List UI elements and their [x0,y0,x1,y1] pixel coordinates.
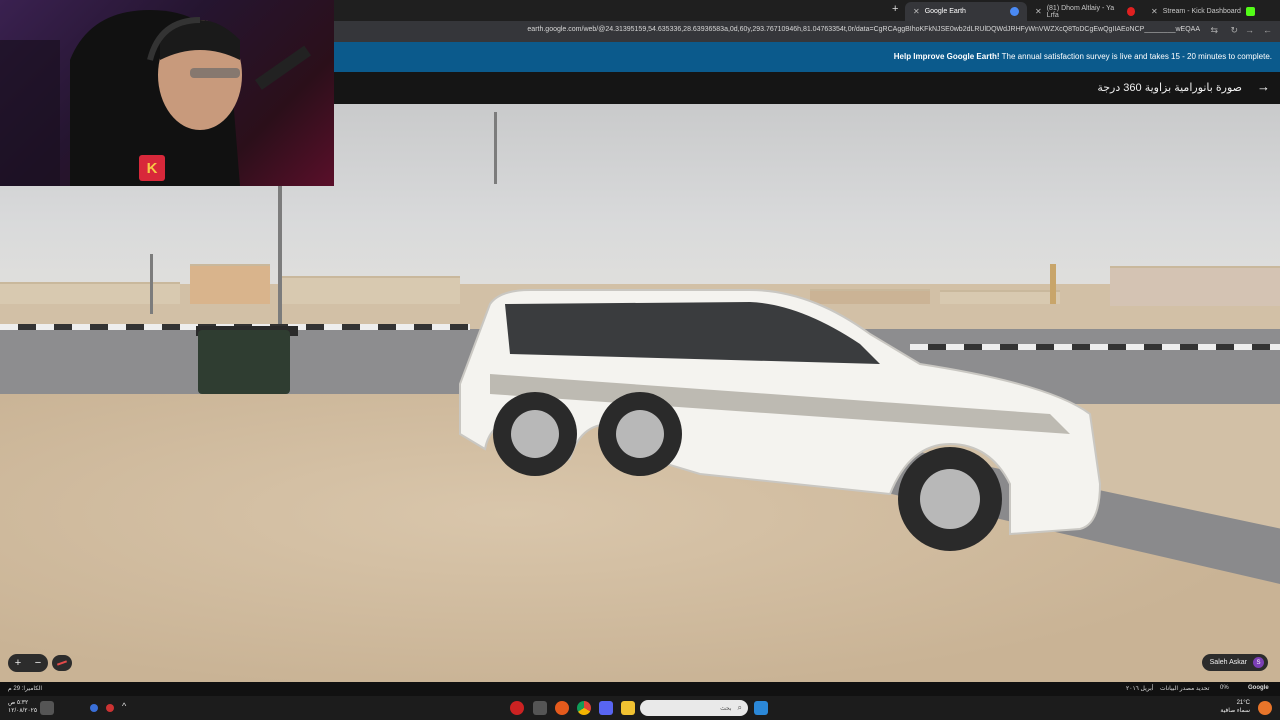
six-wheel-suv [459,289,1102,551]
app-epic-icon[interactable] [533,701,547,715]
microphone-icon[interactable] [90,704,98,712]
forward-icon[interactable]: → [1245,25,1254,35]
webcam-overlay: K [0,0,334,186]
survey-banner-message: The annual satisfaction survey is live a… [1001,52,1272,61]
survey-banner-text: Help Improve Google Earth! The annual sa… [894,52,1272,61]
weather-desc: سماء صافية [1220,708,1250,714]
back-icon[interactable]: ← [1263,25,1272,35]
camera-altitude: الكاميرا: 29 م [8,686,43,692]
zoom-out-button[interactable]: − [35,657,41,669]
new-tab-button[interactable]: + [892,3,898,15]
imagery-date: أبريل ٢٠١٦ [1126,686,1154,692]
tab-label: Google Earth [924,8,966,15]
tray-chevron-icon[interactable]: ^ [122,701,136,715]
contributor-avatar: S [1253,657,1264,668]
zoom-controls: + − [8,654,48,672]
street-lamp [150,254,153,314]
close-tab-icon[interactable]: ✕ [1151,7,1158,16]
close-tab-icon[interactable]: ✕ [1035,7,1042,16]
page-title: صورة بانورامية بزاوية 360 درجة [1097,82,1242,94]
windows-start-icon[interactable] [754,701,768,715]
close-tab-icon[interactable]: ✕ [913,7,920,16]
tab-kick-dashboard[interactable]: ✕ Stream - Kick Dashboard [1143,2,1263,21]
site-settings-icon[interactable]: ⇆ [1210,25,1218,36]
screen: + ✕ Google Earth ✕ (81) Dhom Altlaiy - Y… [0,0,1280,720]
streamer-silhouette [0,10,312,186]
zoom-in-button[interactable]: + [15,657,21,669]
system-clock[interactable]: ٥:٣٢ ص ١٢/٠٨/٢٠٢٥ [8,699,37,715]
street-lamp [278,184,282,324]
street-lamp [494,112,497,184]
clock-time: ٥:٣٢ ص [8,700,29,706]
compass-needle-icon [56,660,68,666]
trash-bin [198,330,290,394]
data-attribution-link[interactable]: تحديد مصدر البيانات [1160,685,1209,692]
building [280,276,460,304]
app-chrome-icon[interactable] [577,701,591,715]
building [0,282,180,304]
taskbar-search-placeholder: بحث [720,705,732,712]
url-field[interactable]: earth.google.com/web/@24.31395159,54.635… [527,26,1200,33]
google-logo: Google [1248,685,1269,691]
loading-percent: 0% [1220,685,1229,691]
app-record-icon[interactable] [510,701,524,715]
app-firefox-icon[interactable] [555,701,569,715]
windows-taskbar: ٥:٣٢ ص ١٢/٠٨/٢٠٢٥ ^ بحث ⌕ 21°C سماء صافي… [0,696,1280,720]
google-earth-favicon-icon [1010,7,1019,16]
weather-sun-icon [1258,701,1272,715]
app-discord-icon[interactable] [599,701,613,715]
weather-widget[interactable]: 21°C سماء صافية [1220,699,1250,715]
record-icon[interactable] [106,704,114,712]
clock-date: ١٢/٠٨/٢٠٢٥ [8,708,38,714]
tab-youtube[interactable]: ✕ (81) Dhom Altlaiy - Ya Lrfa [1027,2,1143,21]
kick-logo-icon: K [139,155,165,181]
contributor-name: Saleh Askar [1209,659,1247,666]
tab-label: (81) Dhom Altlaiy - Ya Lrfa [1046,4,1115,19]
tab-google-earth[interactable]: ✕ Google Earth [905,2,1027,21]
back-arrow-icon[interactable]: → [1257,79,1270,94]
weather-temp: 21°C [1236,700,1250,706]
reload-icon[interactable]: ↻ [1230,25,1238,36]
taskbar-search[interactable]: بحث ⌕ [640,700,748,716]
app-explorer-icon[interactable] [621,701,635,715]
contributor-chip[interactable]: Saleh Askar S [1201,654,1268,671]
notification-icon[interactable] [40,701,54,715]
search-icon: ⌕ [737,703,742,712]
youtube-favicon-icon [1126,7,1135,16]
compass-icon[interactable] [52,655,72,671]
survey-banner-bold: Help Improve Google Earth! [893,52,1000,61]
kick-favicon-icon [1246,7,1255,16]
street-view-panorama[interactable] [0,104,1280,682]
earth-status-bar: الكاميرا: 29 م أبريل ٢٠١٦ تحديد مصدر الب… [0,682,1280,696]
tab-label: Stream - Kick Dashboard [1162,8,1241,15]
building [190,264,270,304]
